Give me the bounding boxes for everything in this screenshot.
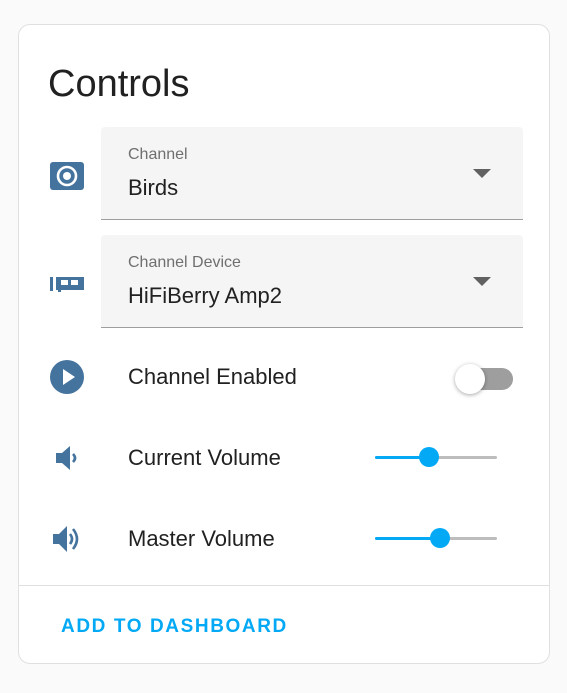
master-volume-slider[interactable] [371,526,501,550]
dropdown-arrow-icon [473,277,491,286]
channel-device-select-label: Channel Device [128,254,241,271]
channel-device-select-value: HiFiBerry Amp2 [128,283,283,308]
play-circle-icon [47,357,87,397]
current-volume-label: Current Volume [128,445,281,470]
expansion-card-icon [47,264,87,304]
volume-low-icon [47,438,87,478]
card-actions-divider [19,585,549,586]
channel-select[interactable]: Channel Birds [101,127,523,220]
dropdown-arrow-icon [473,169,491,178]
speaker-wireless-icon [47,156,87,196]
channel-select-value: Birds [128,175,179,200]
add-to-dashboard-button[interactable]: ADD TO DASHBOARD [61,616,287,638]
card-title: Controls [48,63,190,105]
toggle-thumb[interactable] [455,364,485,394]
channel-select-label: Channel [128,146,188,163]
controls-card: Controls Channel Birds Channel Device Hi… [18,24,550,664]
current-volume-slider[interactable] [371,445,501,469]
slider-thumb[interactable] [418,447,439,467]
channel-enabled-toggle[interactable] [453,364,517,394]
master-volume-label: Master Volume [128,526,275,551]
channel-device-select[interactable]: Channel Device HiFiBerry Amp2 [101,235,523,328]
channel-enabled-label: Channel Enabled [128,364,297,389]
volume-high-icon [47,519,87,559]
slider-thumb[interactable] [429,528,450,548]
